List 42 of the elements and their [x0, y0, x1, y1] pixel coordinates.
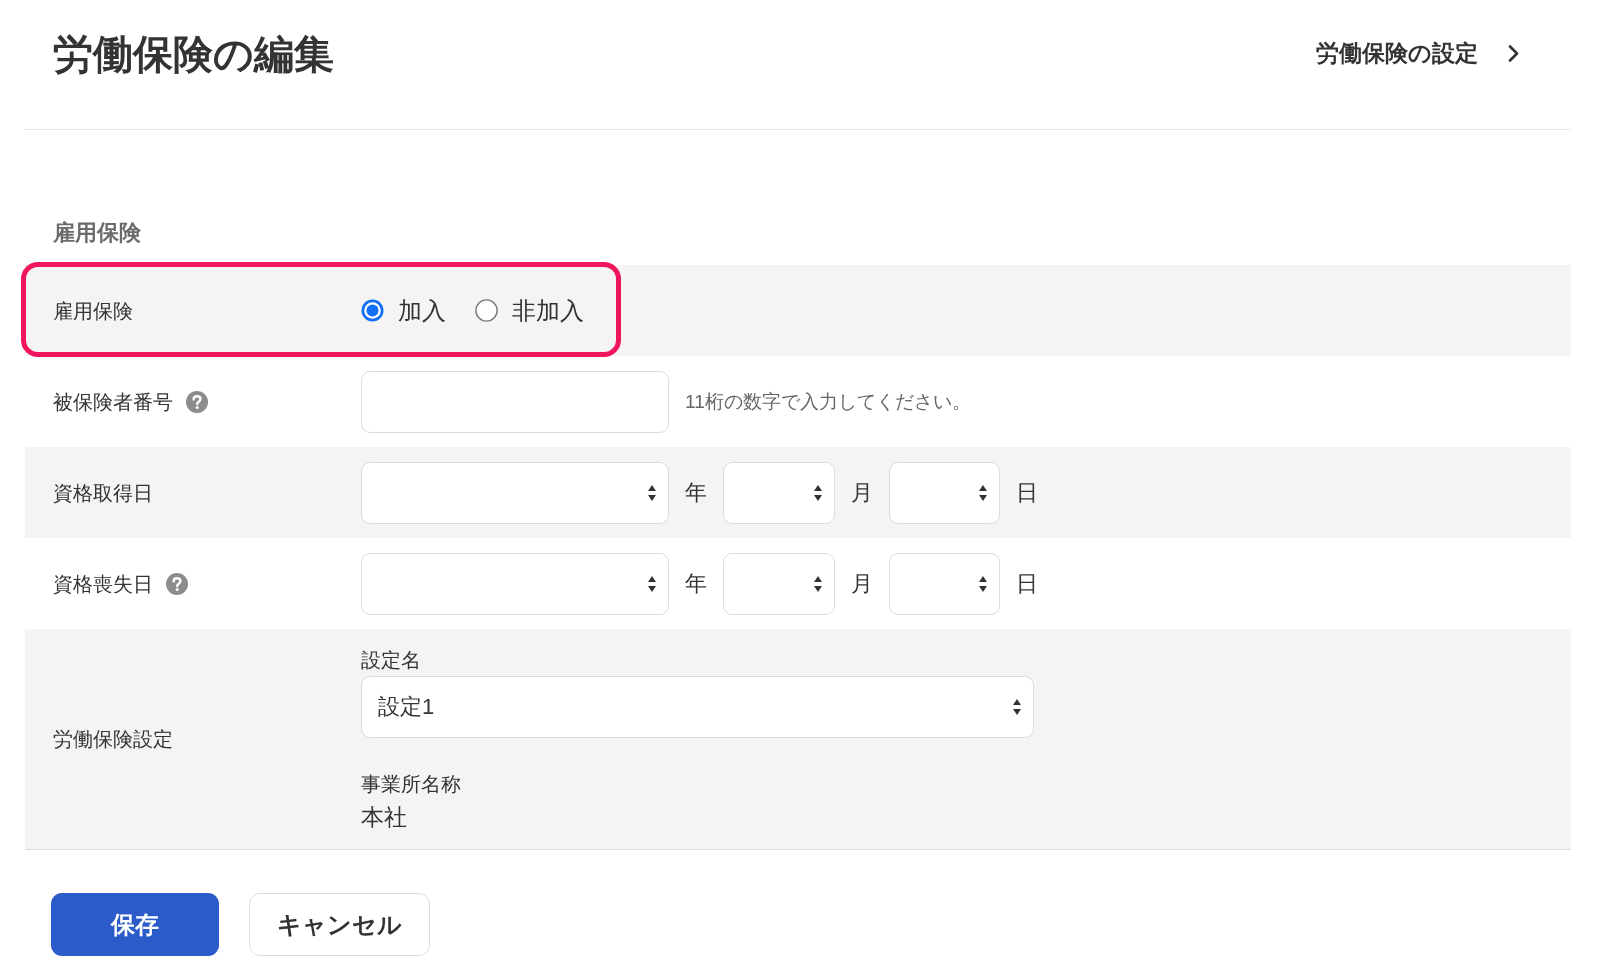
up-down-caret-icon — [648, 575, 656, 592]
up-down-caret-icon — [814, 484, 822, 501]
day-select[interactable] — [889, 552, 1000, 615]
date-unit-label: 年 — [685, 478, 707, 507]
field-label: 設定名 — [361, 648, 421, 673]
date-unit-label: 日 — [1016, 478, 1038, 507]
field-label: 資格取得日 — [53, 480, 153, 506]
help-icon[interactable] — [166, 572, 188, 595]
up-down-caret-icon — [648, 484, 656, 501]
text-input[interactable] — [361, 370, 669, 433]
section-heading: 雇用保険 — [53, 219, 141, 247]
date-unit-label: 月 — [851, 569, 873, 598]
save-button[interactable]: 保存 — [51, 893, 219, 956]
page-title: 労働保険の編集 — [53, 31, 334, 78]
radio-label[interactable]: 加入 — [398, 294, 446, 327]
field-label: 労働保険設定 — [53, 727, 173, 752]
date-unit-label: 年 — [685, 569, 707, 598]
help-icon[interactable] — [186, 390, 208, 413]
chevron-right-icon — [1508, 44, 1519, 62]
year-select[interactable] — [361, 552, 669, 615]
month-select[interactable] — [723, 552, 835, 615]
up-down-caret-icon — [814, 575, 822, 592]
up-down-caret-icon — [979, 484, 987, 501]
day-select[interactable] — [889, 461, 1000, 524]
up-down-caret-icon — [1013, 699, 1021, 715]
up-down-caret-icon — [979, 575, 987, 592]
field-label: 雇用保険 — [53, 298, 133, 324]
cancel-button[interactable]: キャンセル — [249, 893, 430, 956]
date-unit-label: 日 — [1016, 569, 1038, 598]
office-name-text: 本社 — [361, 803, 407, 832]
date-unit-label: 月 — [851, 478, 873, 507]
field-label: 被保険者番号 — [53, 389, 173, 415]
settings-link[interactable]: 労働保険の設定 — [1316, 38, 1519, 68]
field-label: 事業所名称 — [361, 772, 461, 797]
radio-label[interactable]: 非加入 — [512, 294, 584, 327]
month-select[interactable] — [723, 461, 835, 524]
setting-select[interactable]: 設定1 — [361, 676, 1034, 738]
field-label: 資格喪失日 — [53, 571, 153, 597]
hint-text: 11桁の数字で入力してください。 — [685, 389, 971, 414]
radio-button[interactable] — [475, 299, 498, 322]
radio-button[interactable] — [361, 299, 384, 322]
year-select[interactable] — [361, 461, 669, 524]
